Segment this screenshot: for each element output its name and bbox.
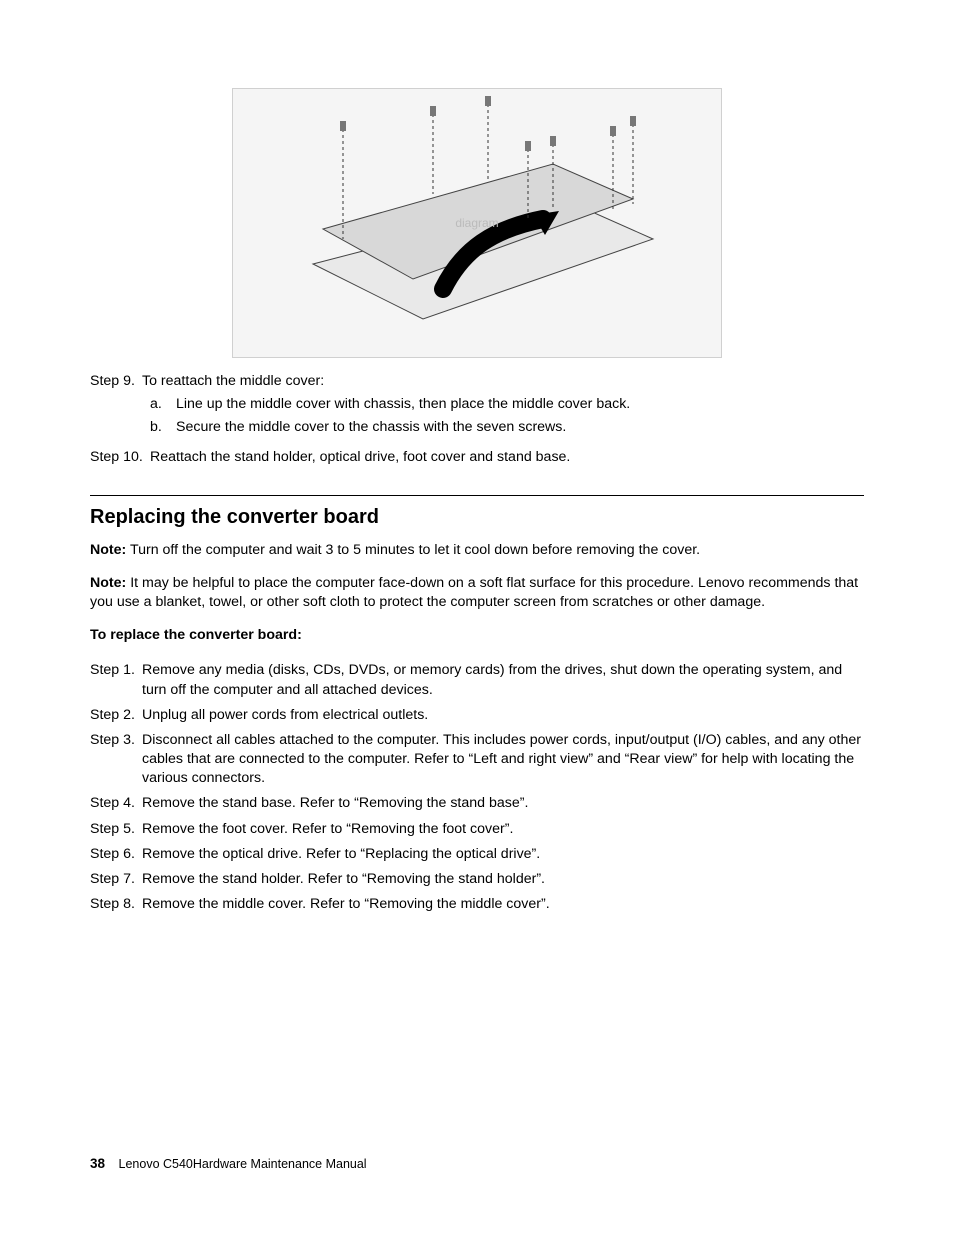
page-number: 38 (90, 1156, 105, 1171)
step-text: Unplug all power cords from electrical o… (142, 706, 864, 725)
subheading: To replace the converter board: (90, 626, 864, 645)
step-row: Step 9. To reattach the middle cover: a.… (90, 372, 864, 442)
section-heading: Replacing the converter board (90, 504, 864, 531)
step-text: Remove the foot cover. Refer to “Removin… (142, 820, 864, 839)
step-text: Remove any media (disks, CDs, DVDs, or m… (142, 661, 864, 699)
substep-label: b. (142, 418, 176, 437)
assembly-diagram (232, 88, 722, 358)
step-row: Step 5. Remove the foot cover. Refer to … (90, 820, 864, 839)
step-label: Step 7. (90, 870, 142, 889)
step-label: Step 9. (90, 372, 142, 442)
note-paragraph: Note: Turn off the computer and wait 3 t… (90, 541, 864, 560)
doc-title: Lenovo C540Hardware Maintenance Manual (119, 1157, 367, 1171)
step-row: Step 4. Remove the stand base. Refer to … (90, 794, 864, 813)
top-steps: Step 9. To reattach the middle cover: a.… (90, 372, 864, 467)
substep-text: Line up the middle cover with chassis, t… (176, 395, 864, 414)
step-label: Step 5. (90, 820, 142, 839)
note-paragraph: Note: It may be helpful to place the com… (90, 574, 864, 612)
step-row: Step 10. Reattach the stand holder, opti… (90, 448, 864, 467)
step-text: Remove the stand holder. Refer to “Remov… (142, 870, 864, 889)
substep-row: a. Line up the middle cover with chassis… (142, 395, 864, 414)
step-label: Step 2. (90, 706, 142, 725)
step-row: Step 2. Unplug all power cords from elec… (90, 706, 864, 725)
step-row: Step 6. Remove the optical drive. Refer … (90, 845, 864, 864)
substep-label: a. (142, 395, 176, 414)
step-row: Step 7. Remove the stand holder. Refer t… (90, 870, 864, 889)
step-body: To reattach the middle cover: a. Line up… (142, 372, 864, 442)
step-text: Remove the optical drive. Refer to “Repl… (142, 845, 864, 864)
note-label: Note: (90, 575, 126, 591)
step-row: Step 1. Remove any media (disks, CDs, DV… (90, 661, 864, 699)
step-label: Step 3. (90, 731, 142, 789)
page-footer: 38 Lenovo C540Hardware Maintenance Manua… (90, 1155, 367, 1173)
step-text: Reattach the stand holder, optical drive… (150, 448, 864, 467)
substep-row: b. Secure the middle cover to the chassi… (142, 418, 864, 437)
step-text: To reattach the middle cover: (142, 372, 864, 391)
step-label: Step 4. (90, 794, 142, 813)
note-label: Note: (90, 542, 126, 558)
step-row: Step 8. Remove the middle cover. Refer t… (90, 895, 864, 914)
step-text: Remove the middle cover. Refer to “Remov… (142, 895, 864, 914)
step-text: Remove the stand base. Refer to “Removin… (142, 794, 864, 813)
step-text: Disconnect all cables attached to the co… (142, 731, 864, 789)
step-row: Step 3. Disconnect all cables attached t… (90, 731, 864, 789)
step-label: Step 8. (90, 895, 142, 914)
step-label: Step 10. (90, 448, 150, 467)
step-label: Step 1. (90, 661, 142, 699)
step-label: Step 6. (90, 845, 142, 864)
substep-text: Secure the middle cover to the chassis w… (176, 418, 864, 437)
note-text: Turn off the computer and wait 3 to 5 mi… (130, 542, 700, 558)
section-rule (90, 495, 864, 496)
note-text: It may be helpful to place the computer … (90, 575, 858, 610)
manual-page: Step 9. To reattach the middle cover: a.… (0, 0, 954, 1235)
bottom-steps: Step 1. Remove any media (disks, CDs, DV… (90, 661, 864, 914)
